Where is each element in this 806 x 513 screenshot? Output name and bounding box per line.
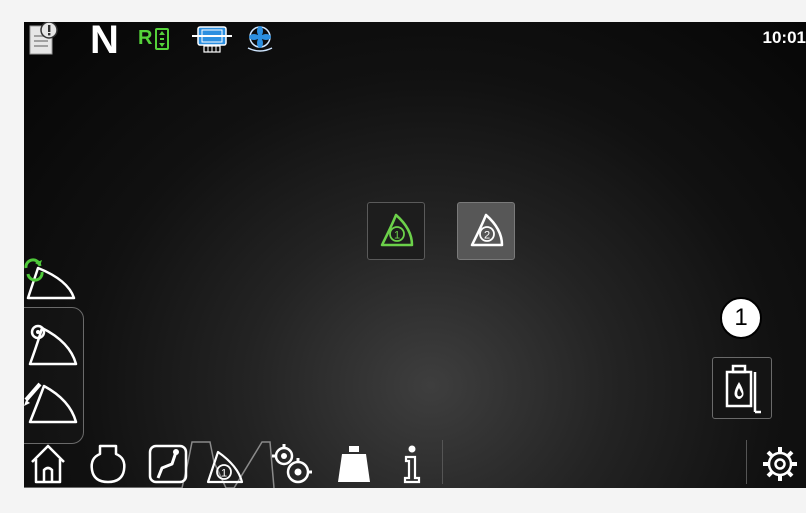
document-info-icon[interactable] [26, 22, 60, 56]
weight-icon [338, 446, 370, 482]
bucket-1-number: 1 [394, 230, 400, 242]
photo-frame: N R 10:01 1 2 1 1 [0, 0, 806, 513]
bucket-edit-button[interactable] [24, 378, 84, 424]
nav-engine-button[interactable] [86, 440, 130, 486]
bucket-settings-icon [28, 324, 78, 366]
settings-icon [763, 447, 797, 481]
bucket-tab-icon: 1 [206, 450, 244, 484]
engine-icon [90, 444, 126, 484]
nav-weight-button[interactable] [332, 440, 376, 486]
status-bar: N R 10:01 [24, 22, 806, 60]
fan-icon[interactable] [242, 24, 278, 54]
nav-home-button[interactable] [26, 440, 70, 486]
route-icon [148, 444, 188, 484]
bucket-refresh-button[interactable] [24, 258, 84, 302]
clock: 10:01 [762, 28, 806, 47]
info-icon [403, 445, 421, 484]
home-icon [31, 444, 65, 484]
nav-route-button[interactable] [146, 440, 190, 486]
nav-gears-button[interactable] [270, 440, 314, 486]
range-selector-icon[interactable]: R [138, 26, 176, 54]
display-screen: N R 10:01 1 2 1 1 [24, 22, 806, 488]
oil-container-icon [725, 364, 761, 414]
bucket-refresh-icon [24, 258, 76, 300]
bucket-1-button[interactable]: 1 [367, 202, 425, 260]
range-letter: R [138, 27, 153, 49]
nav-bucket-tab[interactable]: 1 [202, 440, 246, 486]
bucket-tab-number: 1 [221, 468, 227, 480]
axle-lock-icon[interactable] [190, 24, 234, 54]
bucket-2-button[interactable]: 2 [457, 202, 515, 260]
bucket-settings-button[interactable] [24, 318, 84, 366]
oil-container-button[interactable] [712, 357, 772, 419]
bucket-edit-icon [24, 382, 78, 424]
bucket-2-number: 2 [484, 230, 490, 242]
gear-indicator: N [90, 22, 119, 62]
bottom-navigation: 1 [24, 432, 806, 488]
nav-info-button[interactable] [390, 440, 434, 486]
nav-divider [442, 440, 443, 484]
callout-marker: 1 [720, 297, 762, 339]
gears-icon [272, 444, 312, 484]
nav-divider [746, 440, 747, 484]
nav-settings-button[interactable] [756, 440, 800, 486]
range-box [155, 28, 169, 50]
